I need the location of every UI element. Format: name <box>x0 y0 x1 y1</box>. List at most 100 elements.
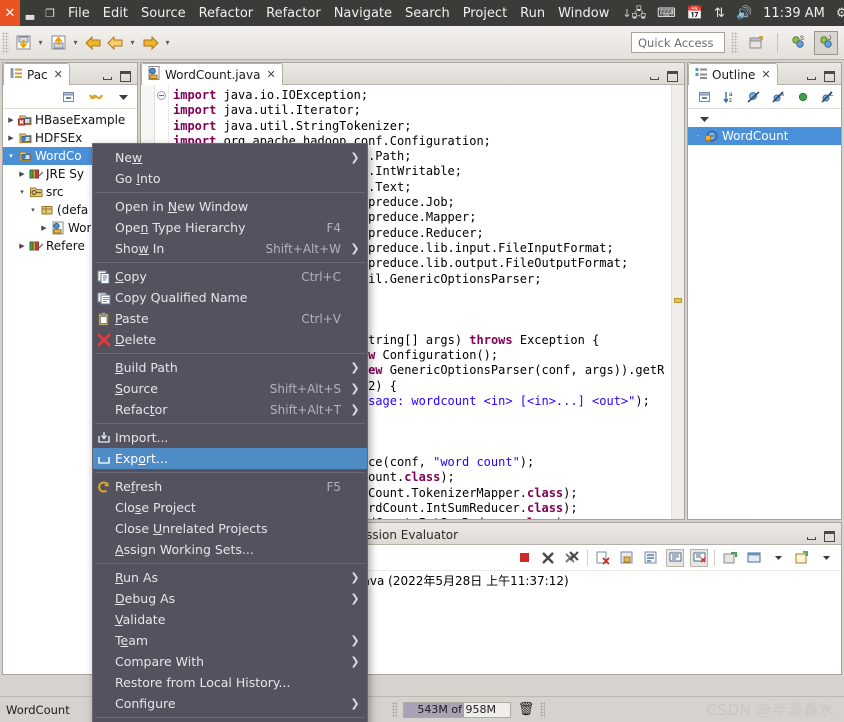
java-ee-perspective-icon[interactable]: J <box>814 30 838 55</box>
calendar-icon[interactable]: 📅 <box>687 7 703 20</box>
maximize-icon[interactable] <box>824 531 835 542</box>
os-menu-overflow-icon[interactable]: ↓ <box>622 7 631 20</box>
outline-item-wordcount[interactable]: · C WordCount <box>688 127 841 145</box>
window-maximize-button[interactable]: ❐ <box>40 0 60 26</box>
menu-item-close-unrelated-projects[interactable]: Close Unrelated Projects <box>93 518 367 539</box>
expand-arrow-icon[interactable]: ▶ <box>16 242 28 250</box>
menu-item-run-as[interactable]: Run As ❯ <box>93 567 367 588</box>
save-icon[interactable] <box>12 31 34 55</box>
menu-item-build-path[interactable]: Build Path ❯ <box>93 357 367 378</box>
keyboard-icon[interactable]: ⌨ <box>657 7 676 20</box>
menu-item-source[interactable]: Source Shift+Alt+S ❯ <box>93 378 367 399</box>
remove-all-launches-icon[interactable] <box>563 549 581 567</box>
os-menu-item-run-8[interactable]: Run <box>520 6 545 21</box>
clear-console-icon[interactable] <box>594 549 612 567</box>
tab-outline[interactable]: Outline ✕ <box>688 63 778 85</box>
expand-arrow-icon[interactable]: ▶ <box>5 116 17 124</box>
open-dropdown-arrow[interactable]: ▾ <box>69 31 82 55</box>
gear-icon[interactable]: ⚙ <box>836 7 844 20</box>
menu-item-assign-working-sets[interactable]: Assign Working Sets... <box>93 539 367 560</box>
os-clock[interactable]: 11:39 AM <box>763 6 825 21</box>
os-menu-item-edit-1[interactable]: Edit <box>103 6 128 21</box>
os-menu-item-navigate-5[interactable]: Navigate <box>334 6 392 21</box>
hide-fields-icon[interactable] <box>747 89 762 105</box>
outline-tree[interactable]: · C WordCount <box>688 127 841 145</box>
menu-item-open-in-new-window[interactable]: Open in New Window <box>93 196 367 217</box>
menu-item-refactor[interactable]: Refactor Shift+Alt+T ❯ <box>93 399 367 420</box>
window-minimize-button[interactable]: ▃ <box>20 0 40 26</box>
menu-item-open-type-hierarchy[interactable]: Open Type Hierarchy F4 <box>93 217 367 238</box>
tab-package-explorer[interactable]: Pac ✕ <box>3 63 70 85</box>
new-console-dropdown-arrow[interactable] <box>817 549 835 567</box>
expand-arrow-icon[interactable]: ▾ <box>5 152 17 160</box>
os-menu-item-search-6[interactable]: Search <box>405 6 450 21</box>
collapse-all-icon[interactable] <box>61 89 77 105</box>
menu-item-go-into[interactable]: Go Into <box>93 168 367 189</box>
os-menu-item-refactor-4[interactable]: Refactor <box>266 6 321 21</box>
word-wrap-icon[interactable] <box>642 549 660 567</box>
new-perspective-icon[interactable] <box>745 31 769 55</box>
hide-static-icon[interactable]: s <box>772 89 787 105</box>
menu-item-copy[interactable]: Copy Ctrl+C <box>93 266 367 287</box>
perspective-grip[interactable] <box>731 31 738 54</box>
tab-wordcount-java[interactable]: WordCount.java ✕ <box>141 63 283 85</box>
hide-local-types-icon[interactable]: L <box>821 89 836 105</box>
new-console-view-icon[interactable] <box>745 549 763 567</box>
view-menu-icon[interactable] <box>696 110 712 126</box>
fold-collapse-icon[interactable] <box>157 91 166 100</box>
menu-item-refresh[interactable]: Refresh F5 <box>93 476 367 497</box>
quick-access-input[interactable]: Quick Access <box>631 32 725 53</box>
expand-arrow-icon[interactable]: ▾ <box>27 206 39 214</box>
back-dropdown-arrow[interactable]: ▾ <box>126 31 139 55</box>
forward-icon[interactable] <box>139 31 161 55</box>
sort-icon[interactable]: a z <box>723 89 738 105</box>
collapse-all-icon[interactable] <box>698 89 713 105</box>
save-dropdown-arrow[interactable]: ▾ <box>34 31 47 55</box>
os-menu-item-file-0[interactable]: File <box>68 6 90 21</box>
heap-monitor[interactable]: 543M of 958M <box>402 701 511 718</box>
menu-item-validate[interactable]: Validate <box>93 609 367 630</box>
new-console-dropdown-icon[interactable] <box>793 549 811 567</box>
network-icon[interactable]: 🖧 <box>632 7 647 20</box>
back-history-icon[interactable] <box>104 31 126 55</box>
open-console-icon[interactable] <box>721 549 739 567</box>
menu-item-configure[interactable]: Configure ❯ <box>93 693 367 714</box>
expand-arrow-icon[interactable]: ▶ <box>38 224 50 232</box>
back-icon[interactable] <box>82 31 104 55</box>
minimize-icon[interactable] <box>806 531 817 542</box>
menu-item-delete[interactable]: Delete <box>93 329 367 350</box>
menu-item-copy-qualified-name[interactable]: Copy Qualified Name <box>93 287 367 308</box>
volume-icon[interactable]: 🔊 <box>736 7 752 20</box>
forward-dropdown-arrow[interactable]: ▾ <box>161 31 174 55</box>
scroll-lock-icon[interactable] <box>618 549 636 567</box>
tree-item-hbaseexample[interactable]: ▶ HBaseExample <box>3 111 137 129</box>
menu-item-close-project[interactable]: Close Project <box>93 497 367 518</box>
open-icon[interactable] <box>47 31 69 55</box>
terminate-icon[interactable] <box>515 549 533 567</box>
maximize-icon[interactable] <box>667 71 678 82</box>
trash-icon[interactable]: 🗑 <box>518 702 535 717</box>
os-menu-item-refactor-3[interactable]: Refactor <box>199 6 254 21</box>
close-icon[interactable]: ✕ <box>266 68 275 81</box>
open-console-dropdown[interactable] <box>769 549 787 567</box>
menu-item-team[interactable]: Team ❯ <box>93 630 367 651</box>
os-menu-item-project-7[interactable]: Project <box>463 6 507 21</box>
menu-item-export[interactable]: Export... <box>93 448 367 469</box>
menu-item-show-in[interactable]: Show In Shift+Alt+W ❯ <box>93 238 367 259</box>
close-icon[interactable]: ✕ <box>761 68 770 81</box>
java-perspective-icon[interactable]: S <box>786 31 810 55</box>
expand-arrow-icon[interactable]: ▾ <box>16 188 28 196</box>
expand-arrow-icon[interactable]: · <box>692 132 704 140</box>
pin-console-icon[interactable] <box>666 548 684 567</box>
menu-item-new[interactable]: New ❯ <box>93 147 367 168</box>
display-selected-console-icon[interactable] <box>690 548 708 567</box>
menu-item-debug-as[interactable]: Debug As ❯ <box>93 588 367 609</box>
toolbar-grip[interactable] <box>2 31 9 54</box>
link-with-editor-icon[interactable] <box>88 89 104 105</box>
menu-item-restore-from-local-history[interactable]: Restore from Local History... <box>93 672 367 693</box>
overview-ruler[interactable] <box>671 85 684 519</box>
os-menu-item-window-9[interactable]: Window <box>558 6 609 21</box>
minimize-icon[interactable] <box>649 71 660 82</box>
menu-item-paste[interactable]: Paste Ctrl+V <box>93 308 367 329</box>
expand-arrow-icon[interactable]: ▶ <box>5 134 17 142</box>
